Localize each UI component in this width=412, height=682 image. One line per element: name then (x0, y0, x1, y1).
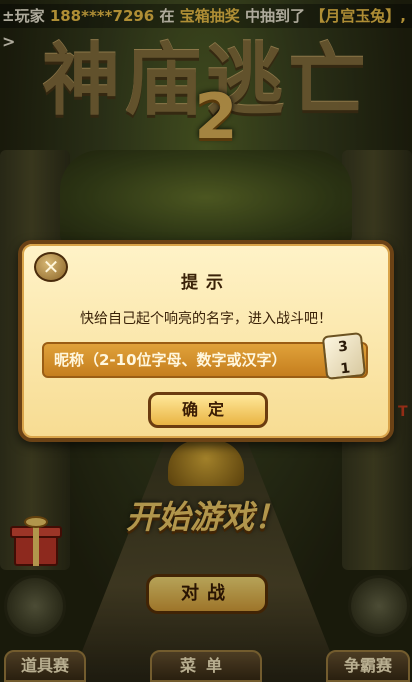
dialog-title: 提示 (181, 273, 231, 293)
dice-face-bottom: 1 (339, 360, 352, 378)
nickname-input[interactable]: 昵称（2-10位字母、数字或汉字） (42, 342, 368, 378)
dialog-message: 快给自己起个响亮的名字，进入战斗吧！ (80, 311, 332, 327)
game-screen: 神庙逃亡 2 ±玩家 188****7296 在 宝箱抽奖 中抽到了 【月宫玉兔… (0, 0, 412, 682)
confirm-button[interactable]: 确定 (148, 392, 268, 428)
random-name-dice-icon[interactable]: 3 1 (321, 332, 367, 380)
name-prompt-dialog: ✕ 提示 快给自己起个响亮的名字，进入战斗吧！ 昵称（2-10位字母、数字或汉字… (18, 240, 394, 442)
